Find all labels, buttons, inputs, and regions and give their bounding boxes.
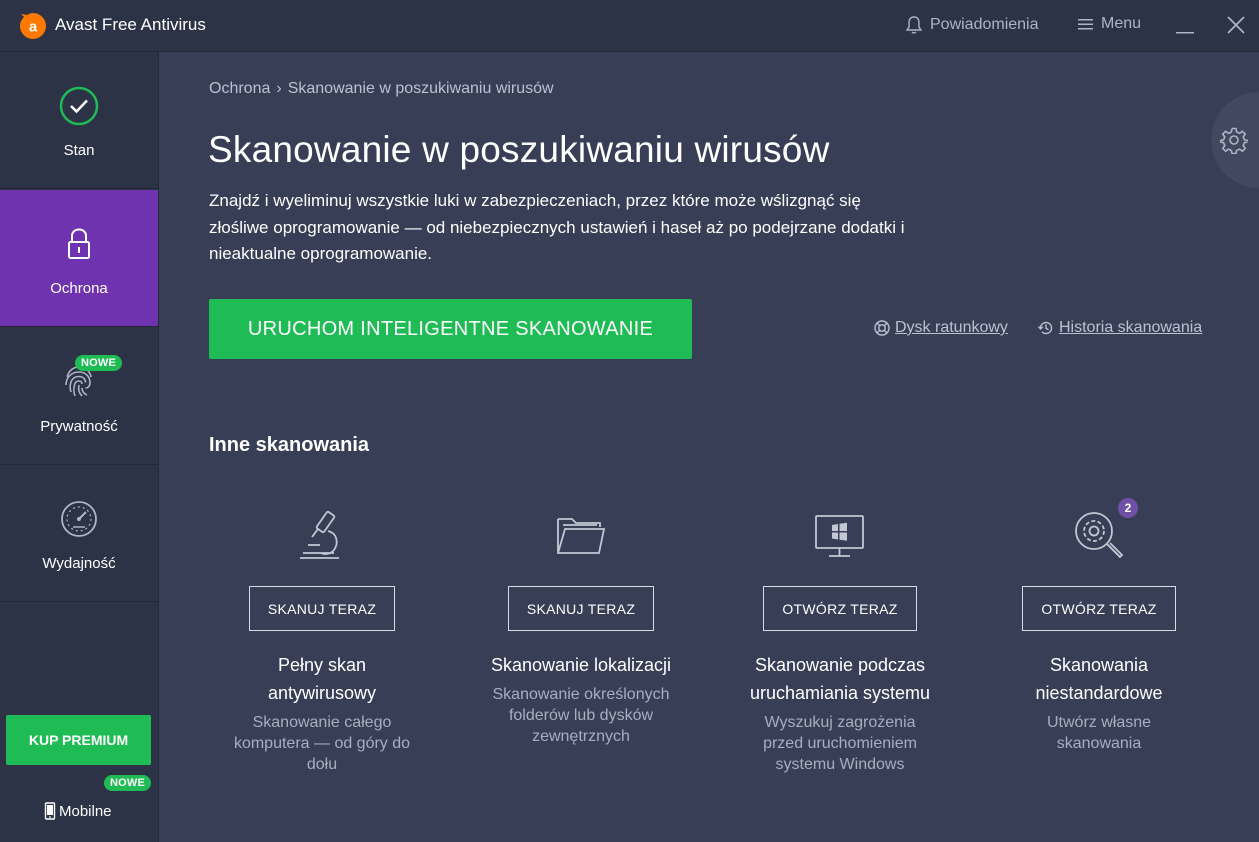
lock-icon — [58, 223, 100, 265]
sidebar-item-status[interactable]: Stan — [0, 52, 158, 189]
hamburger-icon — [1078, 19, 1093, 30]
custom-scans-count-badge: 2 — [1118, 498, 1138, 518]
card-description: Utwórz własne skanowania — [1046, 714, 1152, 752]
breadcrumb-current: Skanowanie w poszukiwaniu wirusów — [287, 80, 554, 97]
breadcrumb: Ochrona › Skanowanie w poszukiwaniu wiru… — [209, 80, 554, 98]
app-title: Avast Free Antivirus — [55, 15, 206, 34]
card-description: Skanowanie całego komputera — od góry do… — [233, 714, 411, 773]
minimize-icon — [1176, 32, 1194, 34]
scan-card-location: SKANUJ TERAZ Skanowanie lokalizacji Skan… — [451, 505, 711, 747]
fingerprint-icon: NOWE — [58, 355, 123, 403]
page-title: Skanowanie w poszukiwaniu wirusów — [208, 129, 830, 170]
mobile-label: Mobilne — [59, 802, 112, 820]
microscope-icon — [287, 505, 357, 565]
sidebar-item-label: Ochrona — [50, 280, 108, 297]
close-icon — [1227, 16, 1245, 34]
card-title: Skanowanie lokalizacji — [490, 655, 672, 675]
mobile-link[interactable]: Mobilne — [44, 802, 112, 820]
sidebar-item-privacy[interactable]: NOWE Prywatność — [0, 328, 158, 465]
scan-card-custom: 2 OTWÓRZ TERAZ Skanowania niestandardowe… — [969, 498, 1229, 754]
location-scan-button[interactable]: SKANUJ TERAZ — [507, 586, 655, 631]
card-description: Skanowanie określonych folderów lub dysk… — [492, 686, 670, 745]
gear-search-icon: 2 — [1064, 498, 1138, 565]
speedometer-icon — [58, 498, 100, 540]
menu-label: Menu — [1101, 15, 1142, 32]
scan-history-label: Historia skanowania — [1059, 319, 1203, 336]
page-description: Znajdź i wyeliminuj wszystkie luki w zab… — [209, 191, 905, 263]
svg-text:a: a — [29, 19, 38, 36]
close-button[interactable] — [1222, 12, 1250, 40]
other-scans-title: Inne skanowania — [209, 434, 370, 456]
card-title: Pełny skan antywirusowy — [267, 655, 377, 703]
buy-premium-button[interactable]: KUP PREMIUM — [6, 715, 151, 765]
folder-icon — [546, 505, 616, 565]
new-badge: NOWE — [75, 355, 123, 371]
card-title: Skanowanie podczas uruchamiania systemu — [749, 655, 931, 703]
sidebar-item-label: Prywatność — [40, 418, 118, 435]
sidebar: Stan Ochrona NOWE Prywatność Wydajność K… — [0, 52, 159, 842]
custom-scans-button[interactable]: OTWÓRZ TERAZ — [1022, 586, 1176, 631]
card-title: Skanowania niestandardowe — [1035, 655, 1163, 703]
windows-monitor-icon — [805, 505, 875, 565]
check-circle-icon — [58, 85, 100, 127]
card-description: Wyszukuj zagrożenia przed uruchomieniem … — [763, 714, 917, 773]
sidebar-item-label: Stan — [63, 142, 95, 159]
avast-logo: a — [20, 13, 46, 39]
bell-icon — [905, 16, 923, 34]
rescue-disk-link[interactable]: Dysk ratunkowy — [873, 319, 1008, 337]
scan-card-boot-time: OTWÓRZ TERAZ Skanowanie podczas uruchami… — [710, 505, 970, 775]
gear-icon — [1220, 127, 1248, 154]
minimize-button[interactable] — [1172, 12, 1200, 40]
sidebar-item-protection[interactable]: Ochrona — [0, 190, 158, 327]
settings-button[interactable] — [1211, 92, 1259, 188]
notifications-button[interactable]: Powiadomienia — [904, 15, 1039, 35]
mobile-new-badge: NOWE — [104, 775, 152, 791]
sidebar-item-label: Wydajność — [42, 555, 116, 572]
title-bar: a Avast Free Antivirus Powiadomienia Men… — [0, 0, 1259, 52]
boot-time-scan-button[interactable]: OTWÓRZ TERAZ — [763, 586, 917, 631]
smart-scan-button[interactable]: URUCHOM INTELIGENTNE SKANOWANIE — [209, 299, 692, 359]
sidebar-item-performance[interactable]: Wydajność — [0, 465, 158, 602]
menu-button[interactable]: Menu — [1077, 15, 1141, 33]
phone-icon — [44, 802, 56, 820]
breadcrumb-separator: › — [276, 80, 282, 97]
scan-card-full: SKANUJ TERAZ Pełny skan antywirusowy Ska… — [192, 505, 452, 775]
breadcrumb-parent[interactable]: Ochrona — [209, 80, 270, 98]
lifebuoy-icon — [874, 320, 890, 336]
history-icon — [1037, 321, 1053, 335]
notifications-label: Powiadomienia — [930, 16, 1039, 33]
rescue-disk-label: Dysk ratunkowy — [895, 319, 1008, 336]
scan-history-link[interactable]: Historia skanowania — [1037, 319, 1202, 337]
full-scan-button[interactable]: SKANUJ TERAZ — [248, 586, 396, 631]
